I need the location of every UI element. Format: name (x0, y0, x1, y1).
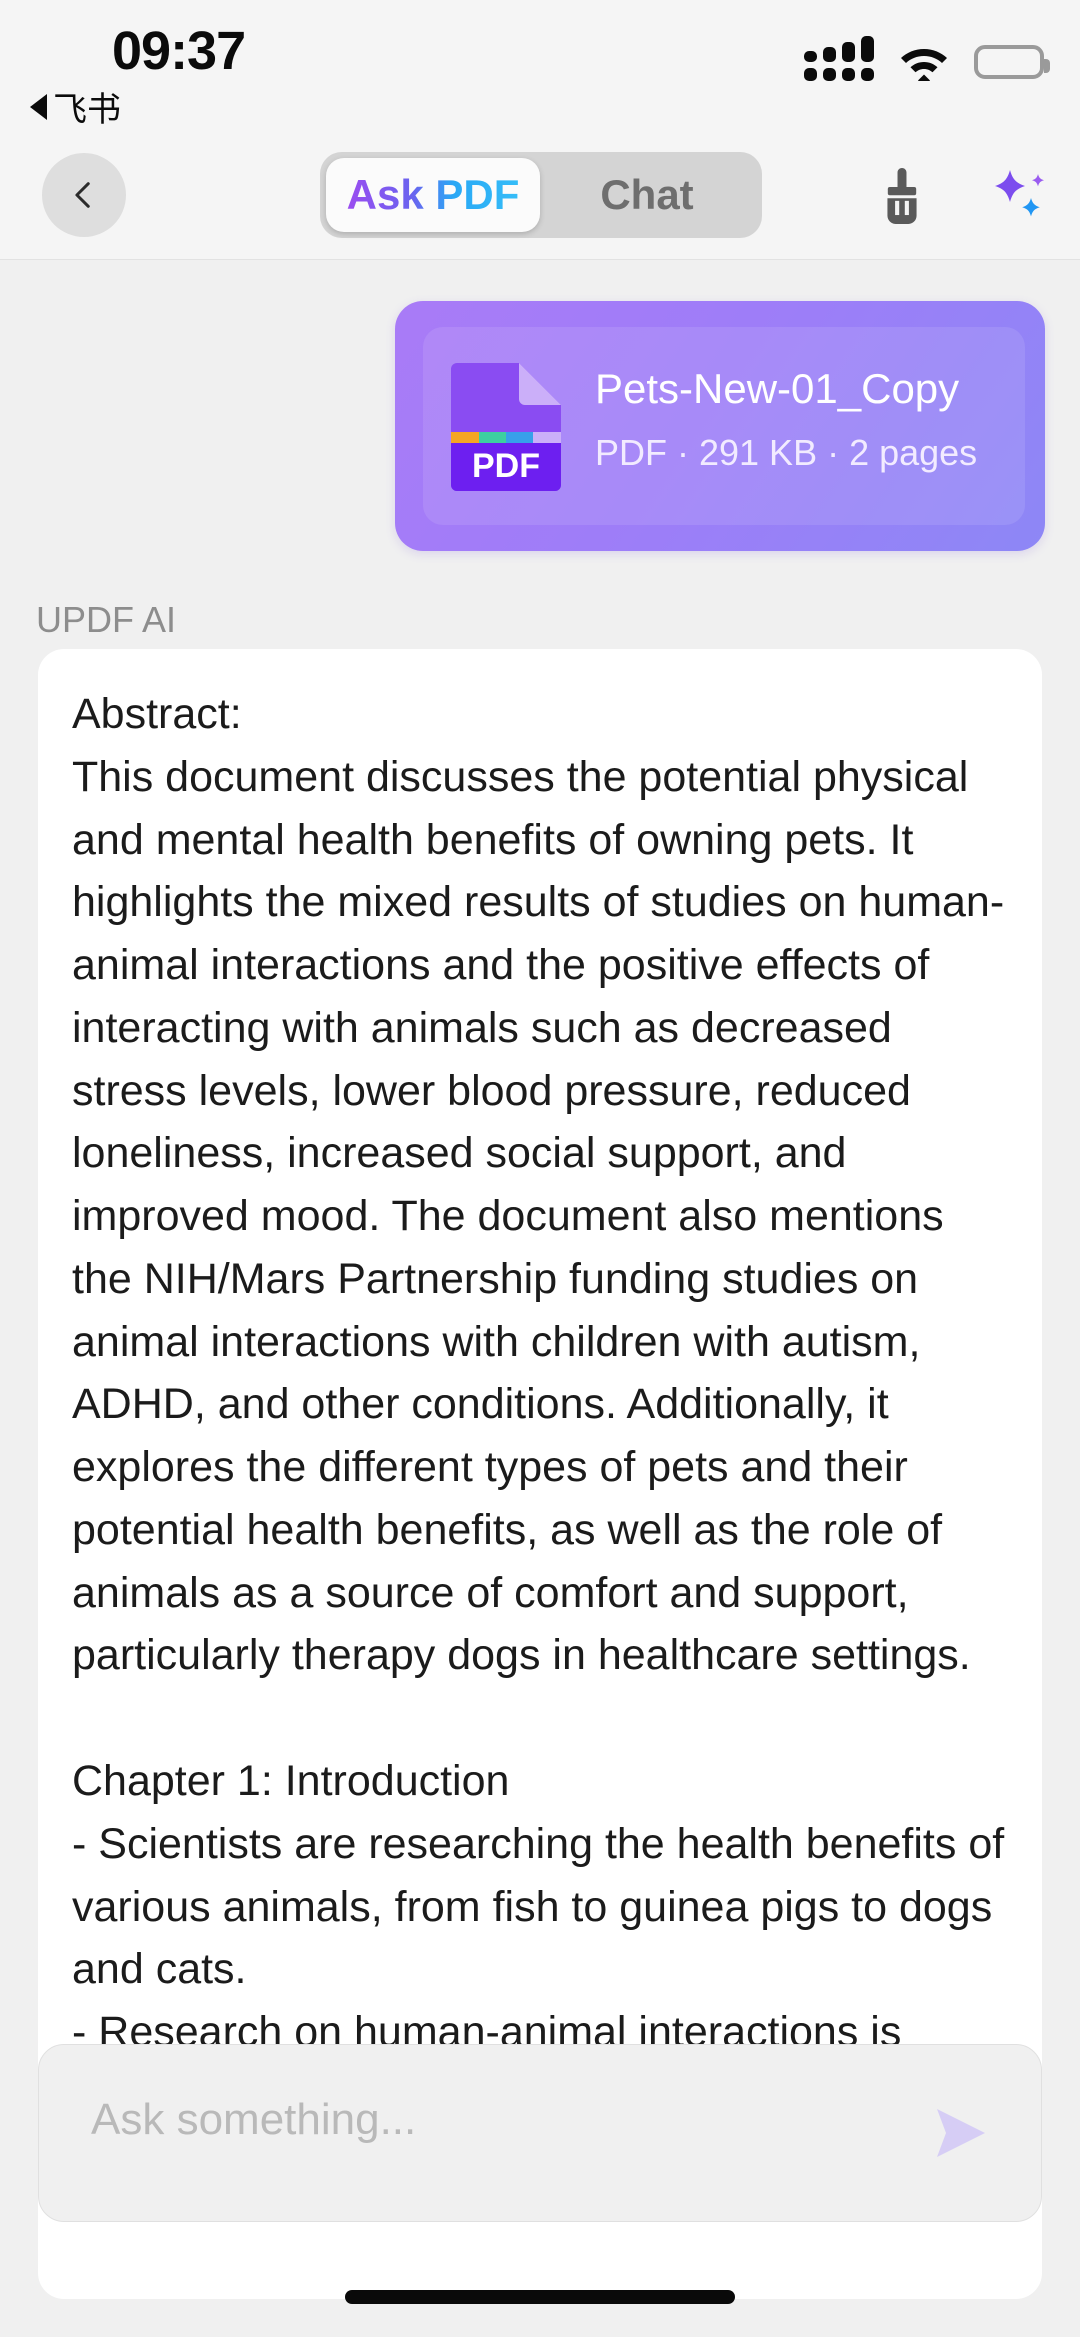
tab-chat-label: Chat (600, 171, 694, 218)
ai-sparkles-icon[interactable] (986, 166, 1048, 226)
send-arrow-icon[interactable] (925, 2097, 997, 2169)
composer-placeholder: Ask something... (91, 2095, 417, 2144)
pdf-file-name: Pets-New-01_Copy (595, 365, 960, 412)
pdf-file-meta: PDF · 291 KB · 2 pages (595, 431, 978, 473)
navigation-bar: Ask PDF Chat (0, 130, 1080, 260)
status-time: 09:37 (112, 21, 246, 81)
back-button[interactable] (42, 153, 126, 237)
return-app-label: 飞书 (53, 91, 121, 129)
message-composer[interactable]: Ask something... (38, 2044, 1042, 2222)
status-indicators (804, 36, 1050, 81)
pdf-attachment-card[interactable]: PDF Pets-New-01_Copy PDF · 291 KB · 2 pa… (395, 301, 1045, 551)
mode-segmented-control[interactable]: Ask PDF Chat (320, 152, 762, 238)
tab-ask-pdf[interactable]: Ask PDF (326, 158, 540, 232)
battery-low-power-icon (974, 44, 1050, 79)
svg-text:PDF: PDF (472, 447, 540, 485)
pdf-file-icon: PDF (451, 363, 561, 491)
tab-chat[interactable]: Chat (540, 158, 754, 232)
phone-screen: 09:37 飞书 Ask PDF Chat PDF Pets-New-01_Co… (0, 0, 1080, 2337)
cellular-signal-icon (804, 36, 874, 81)
pdf-card-text: Pets-New-01_Copy PDF · 291 KB · 2 pages (595, 363, 1027, 474)
status-bar: 09:37 飞书 (0, 0, 1080, 130)
assistant-sender-label: UPDF AI (36, 599, 177, 640)
tab-ask-pdf-label: Ask PDF (346, 171, 520, 218)
conversation-area: PDF Pets-New-01_Copy PDF · 291 KB · 2 pa… (0, 261, 1080, 2337)
home-indicator (345, 2290, 735, 2304)
back-triangle-icon (30, 93, 47, 120)
assistant-message-text: Abstract: This document discusses the po… (72, 690, 1005, 2182)
return-to-app-link[interactable]: 飞书 (30, 82, 121, 131)
wifi-icon (901, 48, 947, 81)
chevron-left-icon (75, 182, 90, 208)
brush-icon[interactable] (874, 168, 930, 224)
